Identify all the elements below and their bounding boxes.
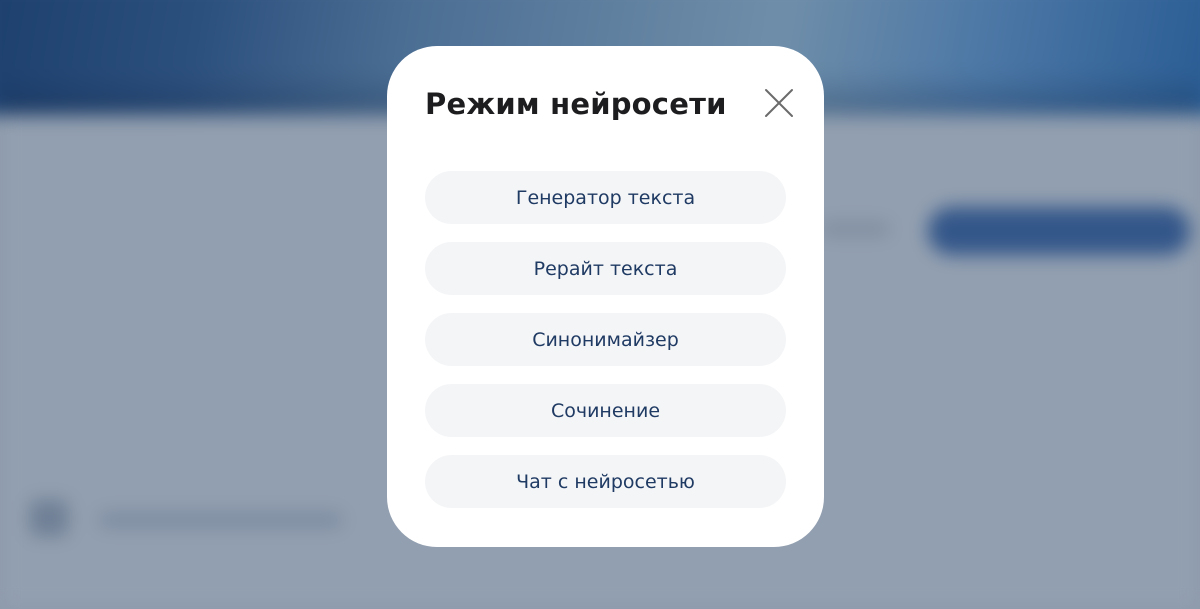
background-blurred-button bbox=[928, 207, 1190, 255]
close-button[interactable] bbox=[763, 87, 795, 119]
option-text-rewrite[interactable]: Рерайт текста bbox=[425, 242, 786, 295]
option-essay[interactable]: Сочинение bbox=[425, 384, 786, 437]
close-icon bbox=[765, 89, 793, 117]
background-blurred-text bbox=[820, 222, 890, 236]
option-neural-chat[interactable]: Чат с нейросетью bbox=[425, 455, 786, 508]
option-text-generator[interactable]: Генератор текста bbox=[425, 171, 786, 224]
background-blurred-text bbox=[98, 512, 343, 528]
option-synonymizer[interactable]: Синонимайзер bbox=[425, 313, 786, 366]
mode-select-modal: Режим нейросети Генератор текста Рерайт … bbox=[387, 46, 824, 547]
background-pencil-icon bbox=[30, 500, 68, 536]
page: Режим нейросети Генератор текста Рерайт … bbox=[0, 0, 1200, 609]
mode-options-list: Генератор текста Рерайт текста Синонимай… bbox=[425, 171, 786, 508]
modal-title: Режим нейросети bbox=[425, 87, 727, 121]
